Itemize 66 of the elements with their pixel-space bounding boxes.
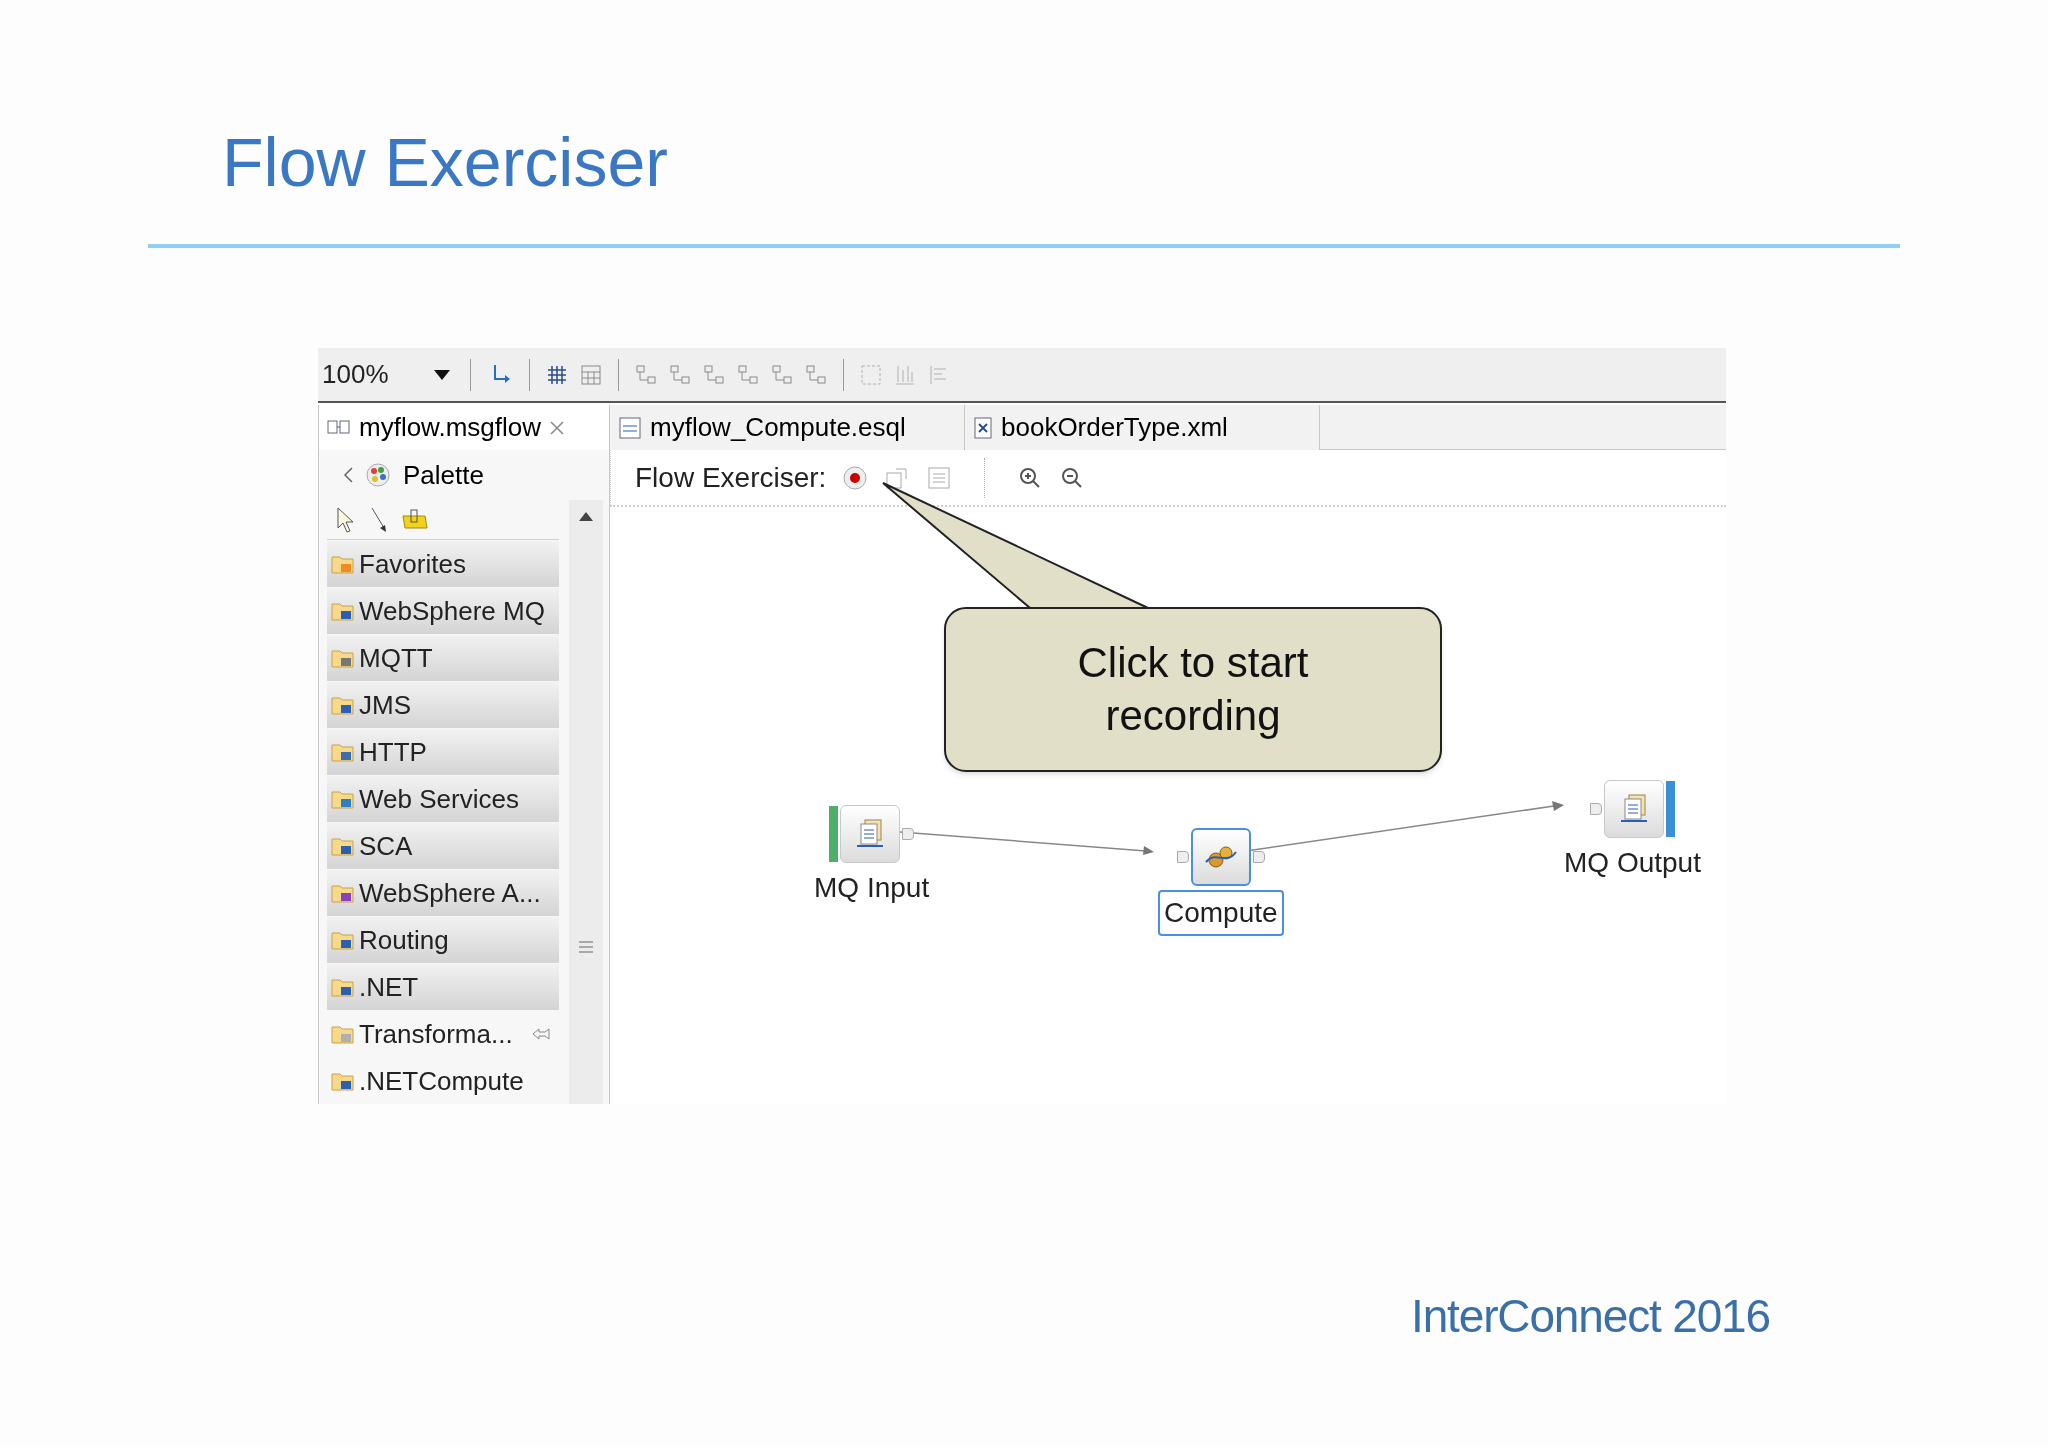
- editor-tab[interactable]: myflow_Compute.esql: [610, 405, 965, 450]
- palette-icon: [365, 462, 391, 488]
- zoom-field[interactable]: 100%: [322, 355, 422, 394]
- palette-title: Palette: [403, 458, 484, 492]
- arrow-icon[interactable]: [369, 505, 389, 534]
- layout-icon[interactable]: [703, 363, 725, 386]
- folder-icon: [331, 647, 355, 669]
- node-icon[interactable]: [1190, 828, 1251, 886]
- close-icon[interactable]: [549, 419, 566, 436]
- frame-icon[interactable]: [860, 363, 882, 386]
- note-icon[interactable]: [401, 507, 429, 532]
- slide-title: Flow Exerciser: [222, 128, 669, 196]
- folder-icon: [331, 553, 355, 575]
- folder-icon: [331, 1023, 355, 1045]
- layout-icon[interactable]: [669, 363, 691, 386]
- flow-file-icon: [327, 418, 351, 437]
- layout-icon[interactable]: [737, 363, 759, 386]
- palette-drawer[interactable]: WebSphere MQ: [327, 588, 559, 634]
- output-terminal[interactable]: [902, 828, 915, 840]
- folder-icon: [331, 694, 355, 716]
- folder-icon: [331, 741, 355, 763]
- editor-tab[interactable]: bookOrderType.xml: [965, 405, 1320, 450]
- grid-icon[interactable]: [546, 363, 568, 386]
- flow-exerciser-label: Flow Exerciser:: [635, 460, 827, 495]
- record-icon[interactable]: [842, 464, 869, 491]
- footer-text: InterConnect 2016: [1411, 1290, 1770, 1342]
- node-label[interactable]: Compute: [1158, 890, 1284, 936]
- node-icon[interactable]: [1603, 780, 1664, 838]
- node-label[interactable]: MQ Output: [1560, 842, 1705, 884]
- xml-file-icon: [973, 415, 993, 440]
- folder-icon: [331, 882, 355, 904]
- scroll-up-icon[interactable]: [579, 512, 593, 521]
- input-terminal[interactable]: [1176, 851, 1189, 863]
- input-terminal[interactable]: [1589, 803, 1602, 815]
- output-terminal[interactable]: [1252, 851, 1265, 863]
- layout-icon[interactable]: [771, 363, 793, 386]
- scrollbar[interactable]: [569, 500, 603, 1104]
- folder-icon: [331, 929, 355, 951]
- document-icon[interactable]: [926, 464, 953, 491]
- dropdown-caret-icon[interactable]: [434, 369, 450, 380]
- input-bar: [829, 806, 839, 862]
- esql-file-icon: [618, 415, 642, 440]
- palette-drawer[interactable]: Favorites: [327, 541, 559, 587]
- palette-drawer[interactable]: SCA: [327, 823, 559, 869]
- folder-icon: [331, 1070, 355, 1092]
- palette-drawer[interactable]: Web Services: [327, 776, 559, 822]
- align-icon[interactable]: [894, 363, 916, 386]
- palette-drawer[interactable]: .NET: [327, 964, 559, 1010]
- palette-drawer[interactable]: MQTT: [327, 635, 559, 681]
- palette-drawer[interactable]: WebSphere A...: [327, 870, 559, 916]
- editor-tab[interactable]: myflow.msgflow: [318, 405, 610, 450]
- folder-icon: [331, 835, 355, 857]
- grip-icon[interactable]: [579, 941, 593, 953]
- layout-icon[interactable]: [805, 363, 827, 386]
- table-icon[interactable]: [580, 363, 602, 386]
- node-label[interactable]: MQ Input: [810, 867, 934, 909]
- pin-icon[interactable]: [531, 1027, 551, 1041]
- folder-icon: [331, 788, 355, 810]
- node-icon[interactable]: [840, 805, 901, 863]
- layout-icon[interactable]: [635, 363, 657, 386]
- folder-icon: [331, 600, 355, 622]
- folder-icon: [331, 976, 355, 998]
- palette-drawer[interactable]: HTTP: [327, 729, 559, 775]
- palette-drawer[interactable]: Routing: [327, 917, 559, 963]
- palette-drawer[interactable]: JMS: [327, 682, 559, 728]
- output-bar: [1665, 781, 1675, 837]
